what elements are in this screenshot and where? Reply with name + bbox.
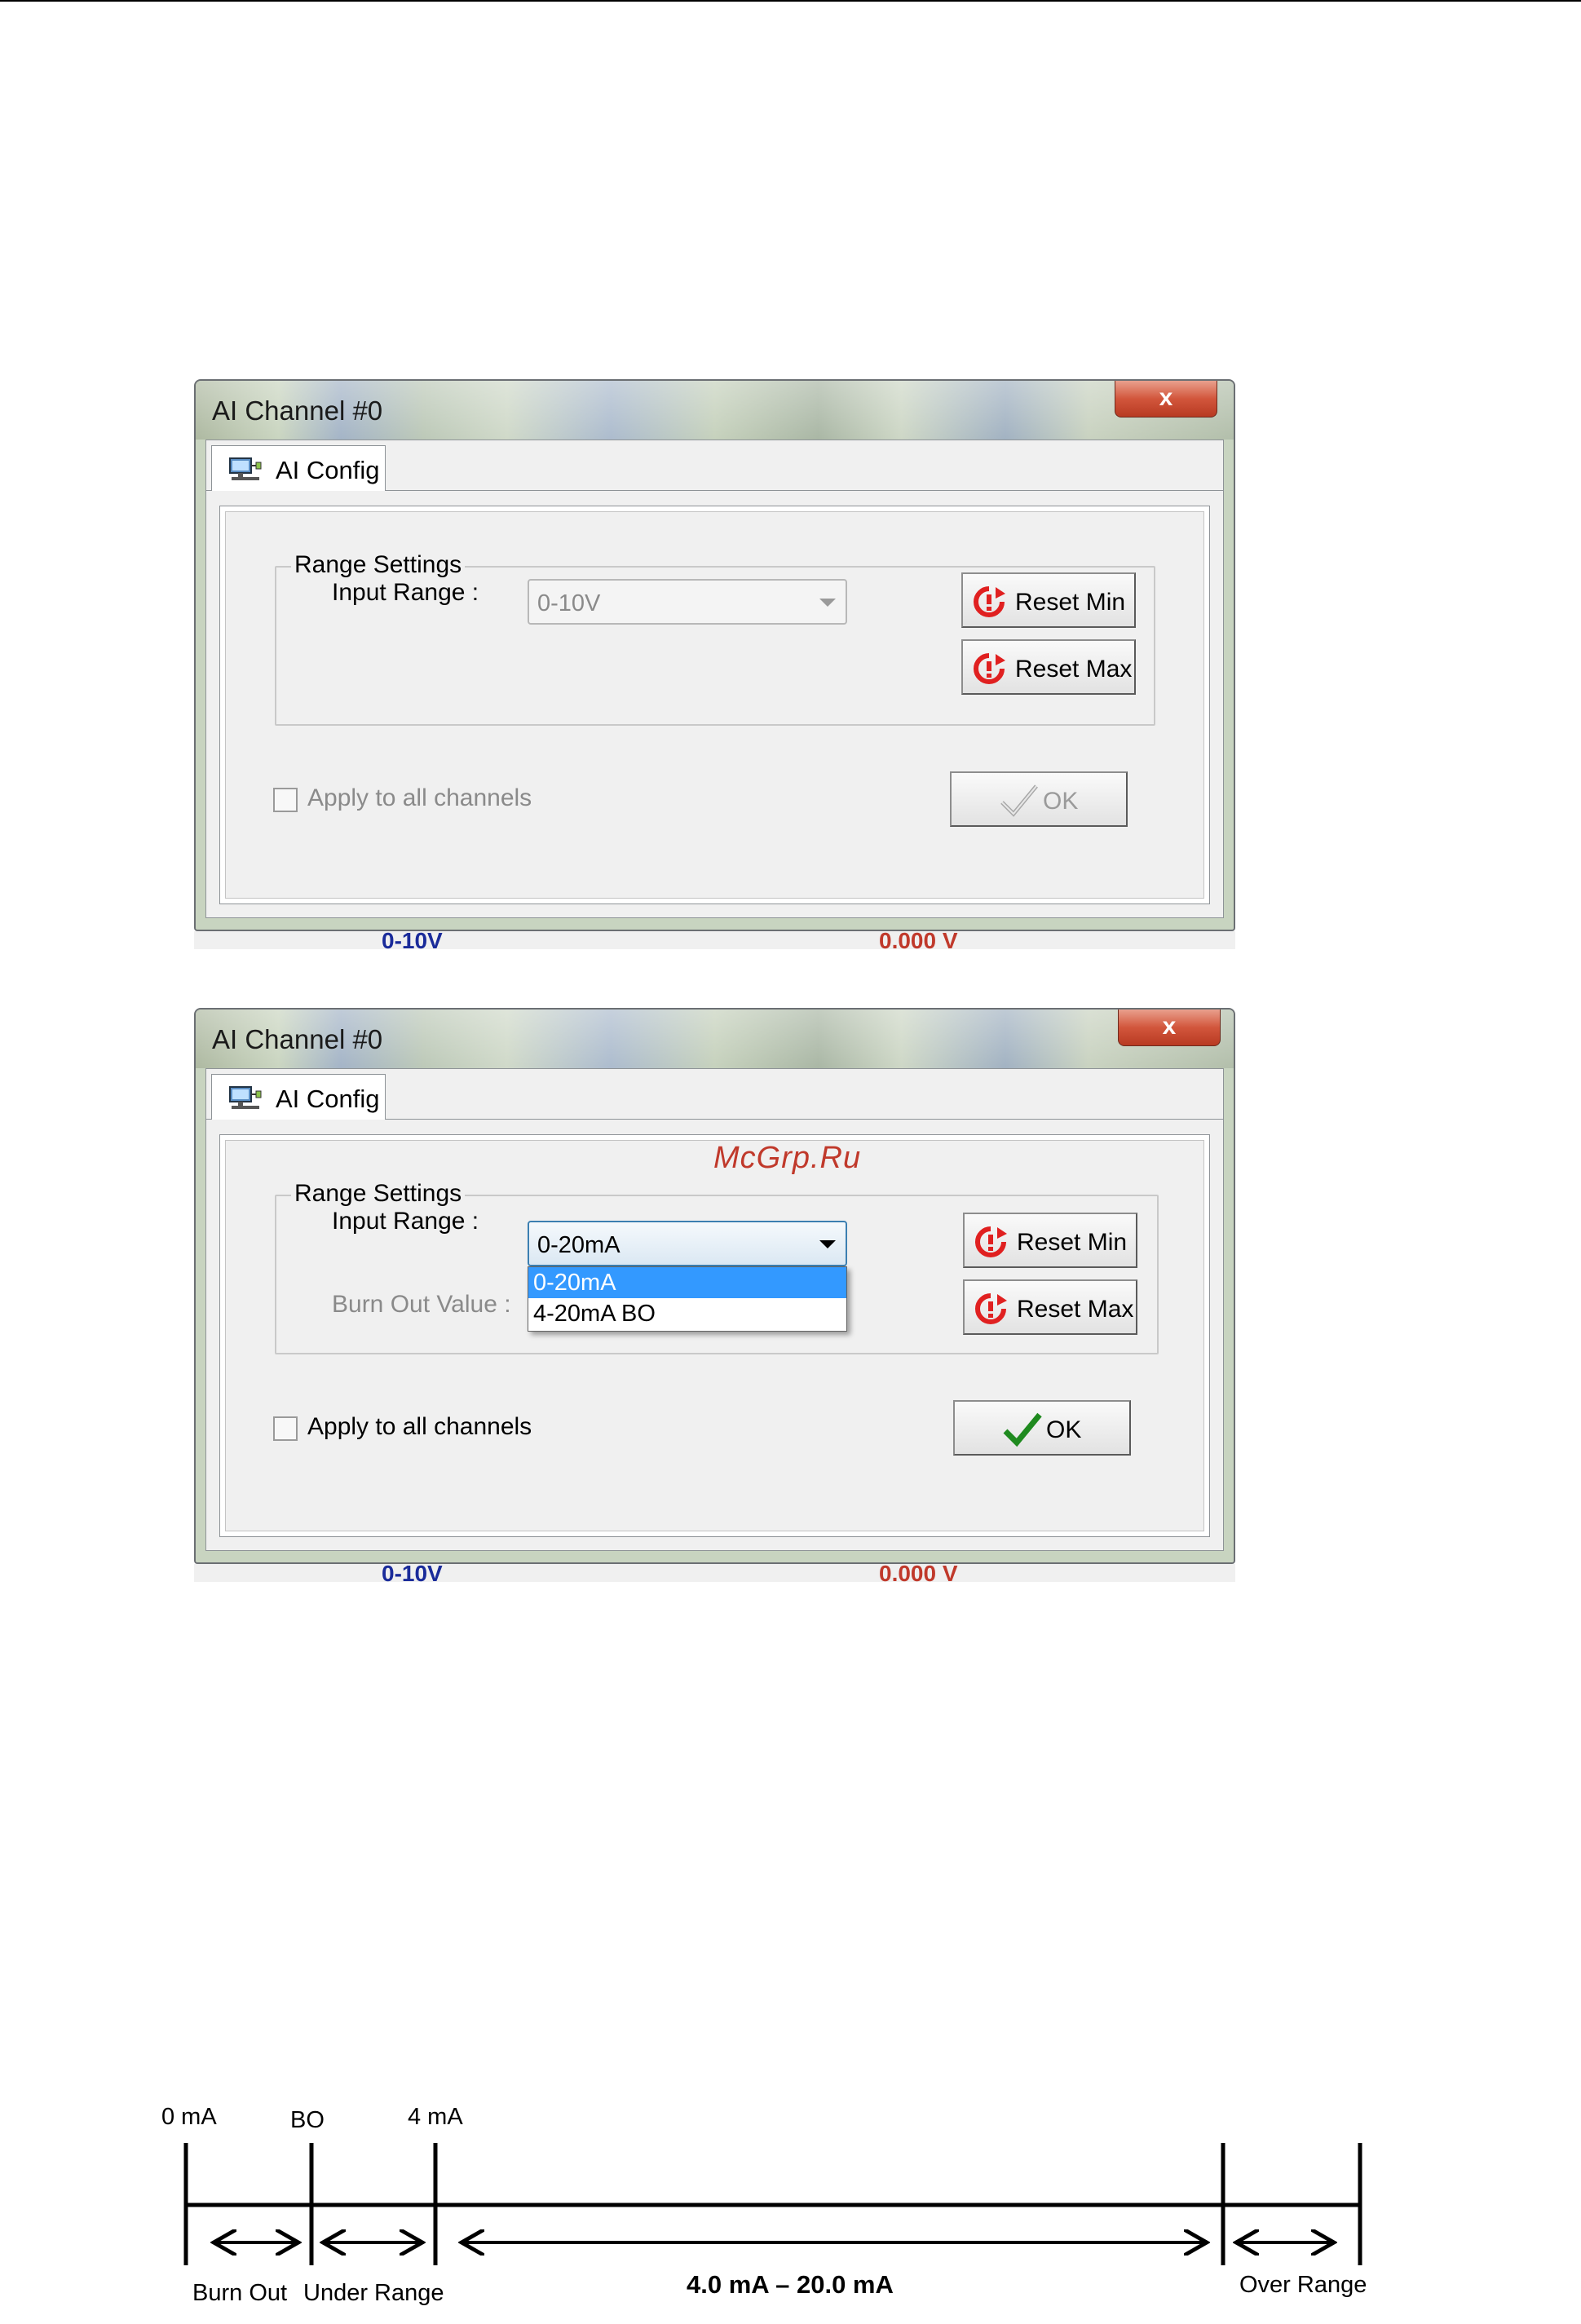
ai-channel-dialog-2: AI Channel #0 x AI Config Range Settings… bbox=[194, 1008, 1235, 1564]
reset-min-button[interactable]: Reset Min bbox=[963, 1213, 1137, 1268]
label-burn-out: Burn Out bbox=[192, 2280, 288, 2306]
range-settings-group: Range Settings Input Range : 0-10V Reset… bbox=[275, 551, 1155, 726]
watermark-text: McGrp.Ru bbox=[713, 1141, 862, 1175]
network-monitor-icon bbox=[229, 457, 262, 480]
dialog-client-area: AI Config Range Settings Input Range : 0… bbox=[205, 440, 1224, 918]
input-range-select[interactable]: 0-20mA bbox=[528, 1221, 847, 1266]
reset-min-label: Reset Min bbox=[1015, 589, 1126, 616]
label-normal-range: 4.0 mA – 20.0 mA bbox=[687, 2270, 894, 2299]
chevron-down-icon bbox=[819, 1240, 836, 1248]
ok-label: OK bbox=[1046, 1416, 1082, 1443]
reset-max-label: Reset Max bbox=[1017, 1296, 1134, 1323]
ok-label: OK bbox=[1043, 788, 1079, 815]
reset-icon bbox=[975, 1293, 1007, 1324]
network-monitor-icon bbox=[229, 1086, 262, 1109]
reset-max-label: Reset Max bbox=[1015, 656, 1133, 683]
reset-min-button[interactable]: Reset Min bbox=[961, 572, 1136, 628]
current-range-diagram: 0 mA BO 4 mA Burn Out Under Range 4.0 mA… bbox=[0, 2088, 1581, 2324]
reset-icon bbox=[974, 653, 1005, 684]
input-range-select[interactable]: 0-10V bbox=[528, 579, 847, 625]
input-range-value: 0-10V bbox=[537, 590, 601, 616]
checkmark-icon bbox=[1003, 1412, 1042, 1447]
apply-all-label: Apply to all channels bbox=[307, 1413, 532, 1440]
reset-max-button[interactable]: Reset Max bbox=[961, 639, 1136, 695]
tab-ai-config[interactable]: AI Config bbox=[211, 445, 386, 491]
group-title: Range Settings bbox=[291, 1180, 466, 1208]
apply-all-checkbox[interactable] bbox=[273, 788, 298, 812]
close-button[interactable]: x bbox=[1118, 1010, 1221, 1046]
tab-ai-config[interactable]: AI Config bbox=[211, 1074, 386, 1120]
close-button[interactable]: x bbox=[1115, 381, 1217, 418]
apply-all-checkbox[interactable] bbox=[273, 1416, 298, 1441]
checkmark-icon bbox=[1000, 784, 1038, 817]
ai-channel-dialog-1: AI Channel #0 x AI Config Range Settings… bbox=[194, 379, 1235, 931]
title-bar[interactable]: AI Channel #0 x bbox=[196, 381, 1234, 440]
range-settings-group: Range Settings Input Range : 0-20mA 0-20… bbox=[275, 1180, 1159, 1354]
input-range-label: Input Range : bbox=[332, 1208, 479, 1235]
window-title: AI Channel #0 bbox=[212, 395, 383, 426]
page-top-rule bbox=[0, 0, 1581, 2]
label-over-range: Over Range bbox=[1239, 2272, 1367, 2298]
reset-icon bbox=[975, 1226, 1007, 1257]
input-range-value: 0-20mA bbox=[537, 1232, 620, 1258]
title-bar[interactable]: AI Channel #0 x bbox=[196, 1010, 1234, 1068]
background-table-strip-1: 0-10V 0.000 V bbox=[194, 931, 1235, 949]
burn-out-value-label: Burn Out Value : bbox=[332, 1291, 511, 1318]
dropdown-option[interactable]: 0-20mA bbox=[528, 1267, 846, 1298]
tab-label: AI Config bbox=[276, 1085, 380, 1113]
tab-page: Range Settings Input Range : 0-20mA 0-20… bbox=[219, 1134, 1210, 1537]
tab-page: Range Settings Input Range : 0-10V Reset… bbox=[219, 506, 1210, 904]
tab-label: AI Config bbox=[276, 456, 380, 484]
apply-all-label: Apply to all channels bbox=[307, 784, 532, 811]
reset-max-button[interactable]: Reset Max bbox=[963, 1279, 1137, 1335]
reset-min-label: Reset Min bbox=[1017, 1229, 1128, 1256]
input-range-dropdown-list: 0-20mA 4-20mA BO bbox=[528, 1266, 847, 1332]
window-title: AI Channel #0 bbox=[212, 1024, 383, 1054]
ok-button[interactable]: OK bbox=[953, 1400, 1131, 1456]
background-table-strip-2: 0-10V 0.000 V bbox=[194, 1564, 1235, 1582]
chevron-down-icon bbox=[819, 599, 836, 607]
dropdown-option[interactable]: 4-20mA BO bbox=[528, 1298, 846, 1329]
group-title: Range Settings bbox=[291, 551, 466, 579]
input-range-label: Input Range : bbox=[332, 579, 479, 606]
label-under-range: Under Range bbox=[303, 2280, 444, 2306]
reset-icon bbox=[974, 586, 1005, 617]
ok-button[interactable]: OK bbox=[950, 771, 1128, 827]
